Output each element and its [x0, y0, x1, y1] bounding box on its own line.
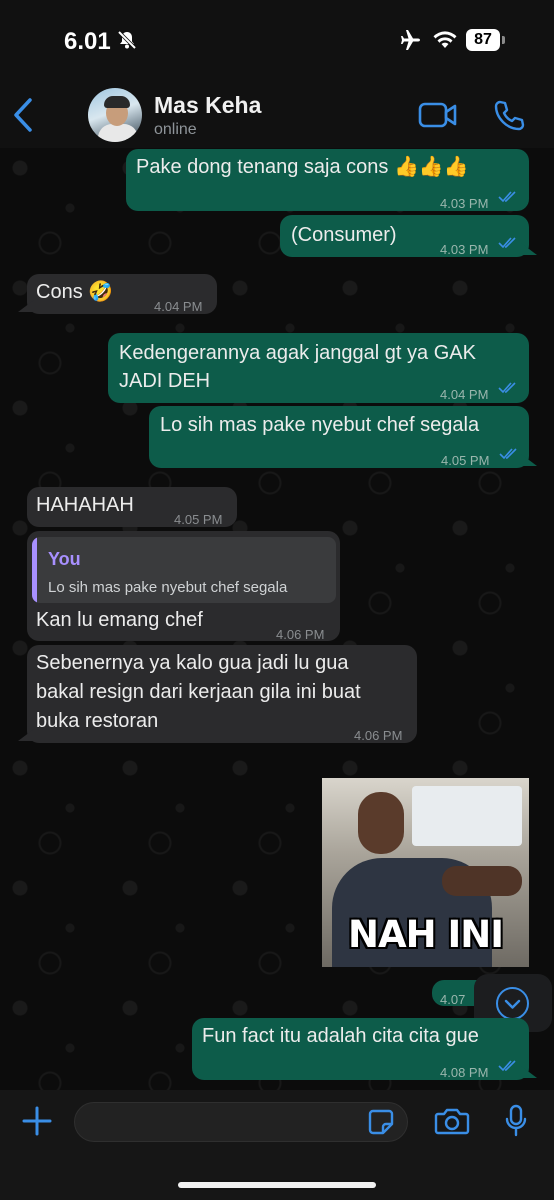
message-time: 4.06 PM — [354, 728, 403, 743]
message-text: Kan lu emang chef — [36, 609, 203, 631]
double-check-icon — [498, 237, 516, 249]
message-text: Pake dong tenang saja cons 👍👍👍 — [136, 156, 469, 178]
message-text-line: JADI DEH — [119, 370, 211, 392]
message-input[interactable] — [74, 1102, 408, 1142]
scroll-down-icon — [496, 987, 529, 1020]
contact-status: online — [154, 121, 197, 138]
phone-icon[interactable] — [492, 99, 526, 133]
quoted-text: Lo sih mas pake nyebut chef segala — [48, 579, 288, 596]
plus-icon[interactable] — [20, 1104, 54, 1138]
message-time: 4.04 PM — [440, 387, 489, 402]
sticker-caption: NAH INI — [348, 913, 504, 956]
message-outgoing[interactable]: Pake dong tenang saja cons 👍👍👍 4.03 PM — [126, 149, 529, 211]
message-outgoing[interactable]: Fun fact itu adalah cita cita gue 4.08 P… — [192, 1018, 537, 1080]
message-time: 4.05 PM — [174, 512, 223, 527]
wifi-icon — [433, 31, 457, 48]
battery-indicator: 87 — [466, 29, 500, 51]
message-time: 4.03 PM — [440, 242, 489, 257]
chat-area: Pake dong tenang saja cons 👍👍👍 4.03 PM (… — [0, 148, 554, 1090]
chat-header: Mas Keha online — [0, 82, 554, 148]
message-text-line: Kedengerannya agak janggal gt ya GAK — [119, 342, 476, 364]
message-incoming[interactable]: Sebenernya ya kalo gua jadi lu gua bakal… — [18, 645, 417, 743]
message-text: Cons 🤣 — [36, 281, 114, 303]
message-time: 4.04 PM — [154, 299, 203, 314]
back-chevron-icon[interactable] — [10, 96, 36, 134]
message-text: (Consumer) — [291, 224, 397, 246]
message-text-line: Sebenernya ya kalo gua jadi lu gua — [36, 652, 349, 674]
double-check-icon — [499, 448, 517, 460]
message-outgoing[interactable]: Kedengerannya agak janggal gt ya GAK JAD… — [108, 333, 529, 403]
message-text-line: buka restoran — [36, 710, 159, 732]
message-text: HAHAHAH — [36, 494, 134, 516]
contact-name[interactable]: Mas Keha — [154, 92, 261, 119]
sticker-image[interactable]: NAH INI — [322, 778, 529, 967]
home-indicator — [178, 1182, 376, 1188]
double-check-icon — [498, 1060, 516, 1072]
sticker-icon[interactable] — [368, 1109, 394, 1135]
avatar[interactable] — [88, 88, 142, 142]
message-time: 4.08 PM — [440, 1065, 489, 1080]
message-incoming[interactable]: HAHAHAH 4.05 PM — [27, 487, 237, 527]
battery-tip — [502, 36, 505, 44]
quoted-message[interactable]: You Lo sih mas pake nyebut chef segala — [32, 537, 336, 603]
message-time: 4.07 — [440, 992, 466, 1007]
message-time: 4.03 PM — [440, 196, 489, 211]
message-incoming[interactable]: Cons 🤣 4.04 PM — [18, 274, 217, 314]
status-time: 6.01 — [64, 28, 111, 55]
message-incoming-reply[interactable]: You Lo sih mas pake nyebut chef segala K… — [27, 531, 340, 642]
message-text-line: bakal resign dari kerjaan gila ini buat — [36, 681, 361, 703]
message-outgoing[interactable]: Lo sih mas pake nyebut chef segala 4.05 … — [149, 406, 537, 468]
double-check-icon — [498, 382, 516, 394]
message-text: Lo sih mas pake nyebut chef segala — [160, 414, 480, 436]
status-bar: 6.01 87 — [0, 0, 554, 82]
message-text: Fun fact itu adalah cita cita gue — [202, 1025, 479, 1047]
double-check-icon — [498, 191, 516, 203]
quoted-author: You — [48, 549, 81, 569]
video-call-icon[interactable] — [418, 101, 458, 129]
camera-icon[interactable] — [434, 1106, 470, 1136]
message-outgoing[interactable]: (Consumer) 4.03 PM — [280, 215, 537, 257]
airplane-icon — [401, 30, 420, 50]
message-time: 4.05 PM — [441, 453, 490, 468]
bell-muted-icon — [117, 30, 137, 50]
microphone-icon[interactable] — [504, 1104, 528, 1138]
